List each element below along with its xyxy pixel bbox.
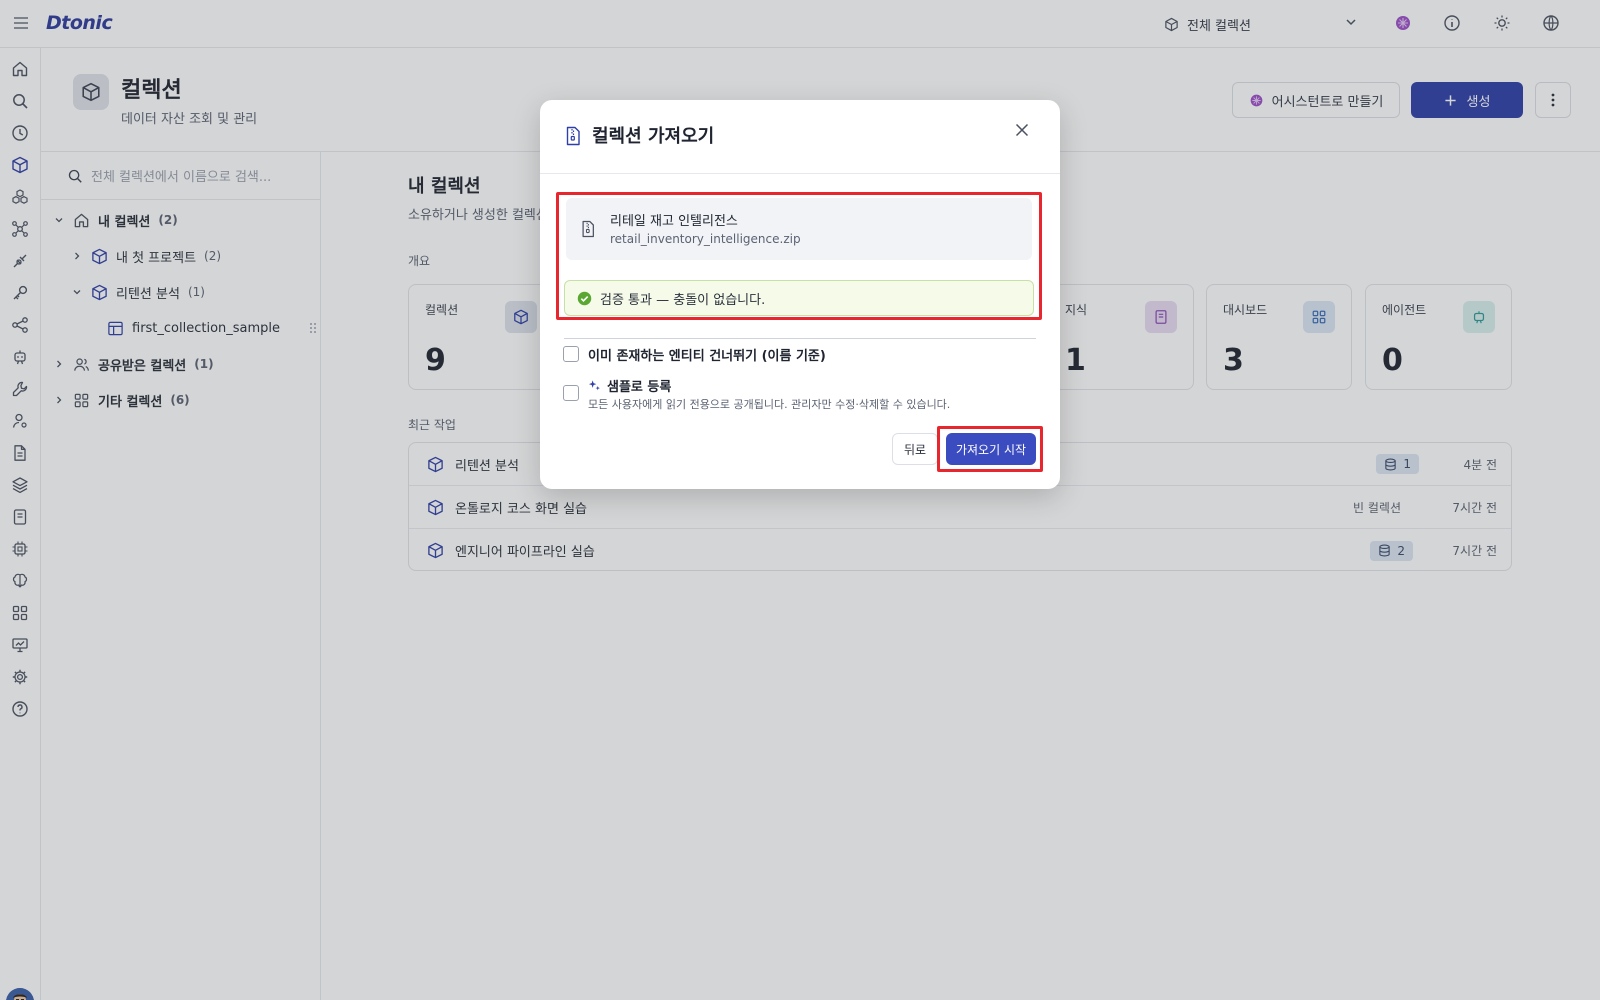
register-sample-description: 모든 사용자에게 읽기 전용으로 공개됩니다. 관리자만 수정·삭제할 수 있습…: [588, 398, 951, 411]
validation-message: 검증 통과 — 충돌이 없습니다.: [600, 292, 766, 308]
check-circle-icon: [577, 291, 592, 305]
register-sample-text: 샘플로 등록: [607, 380, 672, 395]
back-button[interactable]: 뒤로: [892, 433, 938, 465]
validation-status: 검증 통과 — 충돌이 없습니다.: [564, 280, 1034, 316]
import-collection-dialog: 컬렉션 가져오기 리테일 재고 인텔리전스 retail_inventory_i…: [540, 100, 1060, 489]
dialog-header: 컬렉션 가져오기: [540, 100, 1060, 174]
selected-file-card: 리테일 재고 인텔리전스 retail_inventory_intelligen…: [566, 198, 1032, 260]
close-icon: [1015, 123, 1029, 137]
file-display-name: 리테일 재고 인텔리전스: [610, 214, 738, 229]
sparkle-icon: [588, 380, 600, 391]
register-sample-checkbox[interactable]: [563, 385, 579, 401]
zip-file-icon: [582, 220, 594, 238]
divider: [564, 338, 1036, 339]
file-path: retail_inventory_intelligence.zip: [610, 232, 801, 246]
register-sample-label[interactable]: 샘플로 등록: [588, 376, 671, 395]
zip-file-icon: [566, 126, 580, 146]
close-button[interactable]: [1010, 118, 1034, 142]
skip-existing-label[interactable]: 이미 존재하는 엔티티 건너뛰기 (이름 기준): [588, 345, 826, 364]
skip-existing-checkbox[interactable]: [563, 346, 579, 362]
start-import-button[interactable]: 가져오기 시작: [946, 433, 1036, 465]
dialog-title: 컬렉션 가져오기: [592, 126, 715, 147]
